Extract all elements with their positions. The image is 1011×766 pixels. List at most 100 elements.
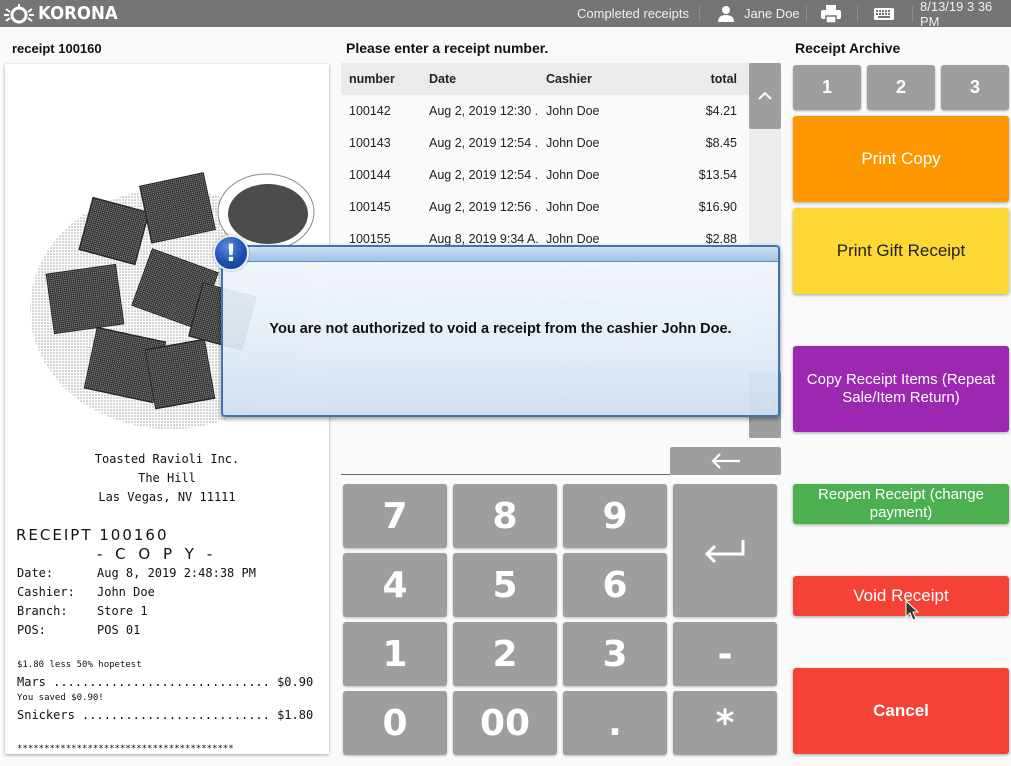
key-8[interactable]: 8 — [453, 484, 557, 548]
section-title: Completed receipts — [577, 6, 689, 21]
mouse-cursor-icon — [905, 600, 919, 621]
divider — [806, 6, 807, 22]
key-00[interactable]: 00 — [453, 691, 557, 755]
column-date[interactable]: Date — [421, 72, 538, 86]
table-row[interactable]: 100145 Aug 2, 2019 12:56 ... John Doe $16.9… — [341, 191, 749, 223]
table-header: number Date Cashier total — [341, 63, 749, 95]
korona-logo: KORONA — [2, 2, 125, 25]
cell-cashier: John Doe — [546, 136, 600, 150]
print-copy-button[interactable]: Print Copy — [793, 116, 1009, 202]
user-icon — [718, 5, 734, 22]
brand-name: KORONA — [38, 3, 118, 24]
key-minus[interactable]: - — [673, 622, 777, 686]
reopen-receipt-button[interactable]: Reopen Receipt (change payment) — [793, 484, 1009, 524]
column-number[interactable]: number — [341, 72, 421, 86]
key-2[interactable]: 2 — [453, 622, 557, 686]
divider — [912, 6, 913, 22]
cell-number: 100143 — [349, 136, 391, 150]
cell-total: $4.21 — [705, 104, 737, 118]
key-6[interactable]: 6 — [563, 553, 667, 617]
dialog-titlebar[interactable] — [223, 247, 778, 262]
arrow-left-icon — [710, 453, 740, 469]
archive-title: Receipt Archive — [795, 40, 901, 56]
cell-date: Aug 2, 2019 12:56 ... — [429, 200, 538, 214]
key-9[interactable]: 9 — [563, 484, 667, 548]
backspace-button[interactable] — [670, 447, 781, 475]
user-menu[interactable]: Jane Doe — [716, 0, 800, 27]
datetime: 8/13/19 3 36 PM — [920, 0, 993, 29]
key-4[interactable]: 4 — [343, 553, 447, 617]
error-dialog[interactable]: You are not authorized to void a receipt… — [221, 245, 780, 417]
cell-total: $8.45 — [705, 136, 737, 150]
receipt-field-label: POS: — [17, 623, 46, 637]
cell-number: 100144 — [349, 168, 391, 182]
receipt-field-value: Store 1 — [97, 604, 148, 618]
receipt-heading: RECEIPT 100160 — [16, 526, 169, 544]
cell-cashier: John Doe — [546, 200, 600, 214]
receipt-company: Toasted Ravioli Inc. — [94, 452, 240, 466]
receipt-field-label: Cashier: — [17, 585, 75, 599]
table-row[interactable]: 100144 Aug 2, 2019 12:54 ... John Doe $13.5… — [341, 159, 749, 191]
keyboard-icon — [874, 7, 894, 20]
cell-cashier: John Doe — [546, 232, 600, 246]
cell-date: Aug 8, 2019 9:34 A... — [429, 232, 538, 246]
divider — [699, 6, 700, 22]
top-bar: KORONA Completed receipts Jane Doe 8/13/… — [0, 0, 1011, 29]
receipt-field-label: Date: — [17, 566, 54, 580]
cell-date: Aug 2, 2019 12:54 ... — [429, 168, 538, 182]
key-1[interactable]: 1 — [343, 622, 447, 686]
key-7[interactable]: 7 — [343, 484, 447, 548]
column-cashier[interactable]: Cashier — [538, 72, 658, 86]
key-0[interactable]: 0 — [343, 691, 447, 755]
archive-page-3-button[interactable]: 3 — [941, 65, 1009, 110]
cell-number: 100155 — [349, 232, 391, 246]
receipt-number-input[interactable] — [341, 448, 670, 474]
keyboard-button[interactable] — [873, 0, 895, 27]
scroll-up-button[interactable] — [749, 63, 781, 129]
cell-date: Aug 2, 2019 12:54 ... — [429, 136, 538, 150]
receipt-savings-note: You saved $0.90! — [17, 693, 104, 703]
key-multiply[interactable]: * — [673, 691, 777, 755]
receipt-field-label: Branch: — [17, 604, 68, 618]
table-row[interactable]: 100142 Aug 2, 2019 12:30 ... John Doe $4.21 — [341, 95, 749, 127]
receipt-field-value: Aug 8, 2019 2:48:38 PM — [97, 566, 256, 580]
cell-number: 100145 — [349, 200, 391, 214]
cell-cashier: John Doe — [546, 104, 600, 118]
enter-key[interactable] — [673, 484, 777, 617]
void-receipt-button[interactable]: Void Receipt — [793, 576, 1009, 616]
print-gift-receipt-button[interactable]: Print Gift Receipt — [793, 208, 1009, 294]
search-prompt: Please enter a receipt number. — [346, 40, 549, 56]
cancel-button[interactable]: Cancel — [793, 668, 1009, 754]
column-total[interactable]: total — [658, 72, 749, 86]
key-5[interactable]: 5 — [453, 553, 557, 617]
receipt-item-line: Mars .............................. $0.9… — [17, 675, 314, 689]
receipt-item-line: Snickers .......................... $1.8… — [17, 708, 314, 722]
cell-total: $2.88 — [705, 232, 737, 246]
key-decimal[interactable]: . — [563, 691, 667, 755]
printer-icon — [821, 4, 841, 24]
archive-page-2-button[interactable]: 2 — [867, 65, 935, 110]
input-underline — [341, 474, 670, 475]
dialog-message: You are not authorized to void a receipt… — [269, 321, 732, 337]
receipt-separator: **************************************** — [17, 744, 234, 754]
warning-icon: ! — [213, 235, 249, 271]
receipt-address-2: Las Vegas, NV 11111 — [98, 490, 236, 504]
receipt-title: receipt 100160 — [12, 41, 102, 56]
receipt-address-1: The Hill — [138, 471, 196, 485]
print-button[interactable] — [820, 0, 842, 27]
cell-total: $16.90 — [698, 200, 737, 214]
copy-receipt-items-button[interactable]: Copy Receipt Items (Repeat Sale/Item Ret… — [793, 346, 1009, 432]
receipt-discount-note: $1.80 less 50% hopetest — [17, 660, 142, 670]
key-3[interactable]: 3 — [563, 622, 667, 686]
receipt-copy-label: - C O P Y - — [97, 545, 217, 563]
receipt-field-value: John Doe — [97, 585, 155, 599]
divider — [857, 6, 858, 22]
cell-date: Aug 2, 2019 12:30 ... — [429, 104, 538, 118]
archive-page-1-button[interactable]: 1 — [793, 65, 861, 110]
cell-cashier: John Doe — [546, 168, 600, 182]
crown-logo-icon — [4, 3, 34, 23]
chevron-up-icon — [758, 91, 772, 100]
cell-total: $13.54 — [698, 168, 737, 182]
table-row[interactable]: 100143 Aug 2, 2019 12:54 ... John Doe $8.45 — [341, 127, 749, 159]
cell-number: 100142 — [349, 104, 391, 118]
